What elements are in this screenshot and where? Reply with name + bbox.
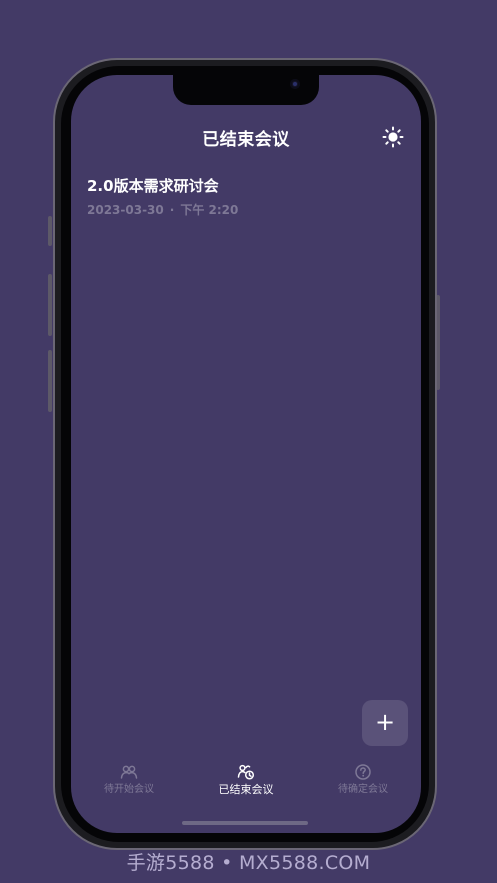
volume-down-button — [48, 350, 52, 412]
sun-icon — [382, 126, 404, 148]
page-title: 已结束会议 — [202, 130, 290, 150]
watermark-text: 手游5588 • MX5588.COM — [126, 852, 371, 874]
tab-upcoming-meetings[interactable]: 待开始会议 — [74, 763, 184, 797]
meeting-time: 下午 2:20 — [180, 203, 239, 217]
volume-up-button — [48, 274, 52, 336]
meeting-list-item[interactable]: 2.0版本需求研讨会 2023-03-30 · 下午 2:20 — [87, 175, 405, 218]
tab-label: 待开始会议 — [104, 784, 154, 795]
tab-pending-meetings[interactable]: 待确定会议 — [308, 763, 418, 797]
meta-separator: · — [169, 203, 175, 217]
home-indicator — [182, 821, 308, 825]
ended-meeting-icon — [237, 764, 255, 780]
stage: 已结束会议 2.0版本需求研讨会 2023-03-30 · 下午 2:20 + … — [0, 0, 497, 883]
tab-label: 待确定会议 — [338, 784, 388, 795]
bottom-tab-bar: 待开始会议 已结束会议 待确定会议 — [71, 763, 421, 803]
question-circle-icon — [355, 764, 371, 780]
people-icon — [120, 765, 138, 779]
notch — [173, 75, 319, 105]
meeting-title: 2.0版本需求研讨会 — [87, 177, 219, 195]
front-camera — [290, 79, 300, 89]
meeting-meta: 2023-03-30 · 下午 2:20 — [87, 202, 405, 218]
plus-icon: + — [374, 708, 396, 736]
tab-ended-meetings[interactable]: 已结束会议 — [191, 763, 301, 797]
add-meeting-button[interactable]: + — [362, 700, 408, 746]
silent-switch — [48, 216, 52, 246]
tab-label: 已结束会议 — [218, 783, 274, 796]
theme-toggle-button[interactable] — [381, 125, 405, 149]
meeting-date: 2023-03-30 — [87, 203, 164, 217]
app-screen: 已结束会议 2.0版本需求研讨会 2023-03-30 · 下午 2:20 + … — [71, 75, 421, 833]
